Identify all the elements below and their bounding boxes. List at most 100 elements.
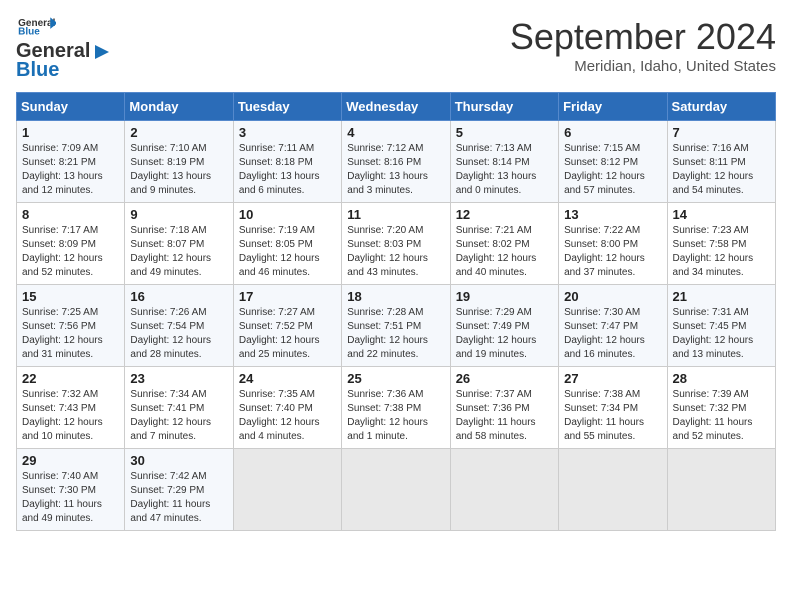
logo-icon: General Blue xyxy=(16,16,56,36)
day-number: 8 xyxy=(22,207,119,222)
day-info: Sunrise: 7:15 AM Sunset: 8:12 PM Dayligh… xyxy=(564,142,661,198)
day-info: Sunrise: 7:09 AM Sunset: 8:21 PM Dayligh… xyxy=(22,142,119,198)
calendar-cell: 4 Sunrise: 7:12 AM Sunset: 8:16 PM Daylig… xyxy=(342,121,450,203)
day-number: 23 xyxy=(130,371,227,386)
calendar-cell: 18Sunrise: 7:28 AM Sunset: 7:51 PM Dayli… xyxy=(342,285,450,367)
day-number: 11 xyxy=(347,207,444,222)
day-number: 6 xyxy=(564,125,661,140)
calendar-cell: 24Sunrise: 7:35 AM Sunset: 7:40 PM Dayli… xyxy=(233,367,341,449)
calendar-body: 1 Sunrise: 7:09 AM Sunset: 8:21 PM Daylig… xyxy=(17,121,776,531)
week-row-3: 15 Sunrise: 7:25 AM Sunset: 7:56 PM Dayli… xyxy=(17,285,776,367)
day-number: 4 xyxy=(347,125,444,140)
day-number: 12 xyxy=(456,207,553,222)
day-info: Sunrise: 7:12 AM Sunset: 8:16 PM Dayligh… xyxy=(347,142,444,198)
day-header-saturday: Saturday xyxy=(667,93,775,121)
day-header-wednesday: Wednesday xyxy=(342,93,450,121)
calendar-cell xyxy=(450,449,558,531)
calendar-cell: 13 Sunrise: 7:22 AM Sunset: 8:00 PM Dayli… xyxy=(559,203,667,285)
day-number: 22 xyxy=(22,371,119,386)
day-number: 5 xyxy=(456,125,553,140)
calendar-cell: 10 Sunrise: 7:19 AM Sunset: 8:05 PM Dayli… xyxy=(233,203,341,285)
day-header-friday: Friday xyxy=(559,93,667,121)
day-info: Sunrise: 7:37 AM Sunset: 7:36 PM Dayligh… xyxy=(456,388,553,444)
day-info: Sunrise: 7:26 AM Sunset: 7:54 PM Dayligh… xyxy=(130,306,227,362)
week-row-1: 1 Sunrise: 7:09 AM Sunset: 8:21 PM Daylig… xyxy=(17,121,776,203)
day-info: Sunrise: 7:25 AM Sunset: 7:56 PM Dayligh… xyxy=(22,306,119,362)
day-number: 28 xyxy=(673,371,770,386)
day-info: Sunrise: 7:34 AM Sunset: 7:41 PM Dayligh… xyxy=(130,388,227,444)
calendar-table: SundayMondayTuesdayWednesdayThursdayFrid… xyxy=(16,92,776,531)
day-info: Sunrise: 7:31 AM Sunset: 7:45 PM Dayligh… xyxy=(673,306,770,362)
calendar-cell: 30 Sunrise: 7:42 AM Sunset: 7:29 PM Dayli… xyxy=(125,449,233,531)
day-info: Sunrise: 7:18 AM Sunset: 8:07 PM Dayligh… xyxy=(130,224,227,280)
calendar-cell: 9 Sunrise: 7:18 AM Sunset: 8:07 PM Daylig… xyxy=(125,203,233,285)
calendar-cell: 19 Sunrise: 7:29 AM Sunset: 7:49 PM Dayli… xyxy=(450,285,558,367)
day-number: 27 xyxy=(564,371,661,386)
day-info: Sunrise: 7:23 AM Sunset: 7:58 PM Dayligh… xyxy=(673,224,770,280)
calendar-cell xyxy=(342,449,450,531)
day-number: 3 xyxy=(239,125,336,140)
day-header-sunday: Sunday xyxy=(17,93,125,121)
calendar-cell xyxy=(559,449,667,531)
calendar-cell: 17 Sunrise: 7:27 AM Sunset: 7:52 PM Dayli… xyxy=(233,285,341,367)
day-info: Sunrise: 7:36 AM Sunset: 7:38 PM Dayligh… xyxy=(347,388,444,444)
day-info: Sunrise: 7:28 AM Sunset: 7:51 PM Dayligh… xyxy=(347,306,444,362)
day-number: 10 xyxy=(239,207,336,222)
calendar-cell: 1 Sunrise: 7:09 AM Sunset: 8:21 PM Daylig… xyxy=(17,121,125,203)
day-number: 17 xyxy=(239,289,336,304)
day-header-thursday: Thursday xyxy=(450,93,558,121)
day-info: Sunrise: 7:21 AM Sunset: 8:02 PM Dayligh… xyxy=(456,224,553,280)
calendar-cell: 23 Sunrise: 7:34 AM Sunset: 7:41 PM Dayli… xyxy=(125,367,233,449)
logo-arrow-icon xyxy=(91,41,113,63)
day-info: Sunrise: 7:39 AM Sunset: 7:32 PM Dayligh… xyxy=(673,388,770,444)
calendar-cell: 5Sunrise: 7:13 AM Sunset: 8:14 PM Daylig… xyxy=(450,121,558,203)
day-info: Sunrise: 7:35 AM Sunset: 7:40 PM Dayligh… xyxy=(239,388,336,444)
day-number: 7 xyxy=(673,125,770,140)
logo-blue: Blue xyxy=(16,59,59,82)
week-row-5: 29Sunrise: 7:40 AM Sunset: 7:30 PM Dayli… xyxy=(17,449,776,531)
day-number: 14 xyxy=(673,207,770,222)
calendar-cell: 27 Sunrise: 7:38 AM Sunset: 7:34 PM Dayli… xyxy=(559,367,667,449)
calendar-cell: 15 Sunrise: 7:25 AM Sunset: 7:56 PM Dayli… xyxy=(17,285,125,367)
day-info: Sunrise: 7:17 AM Sunset: 8:09 PM Dayligh… xyxy=(22,224,119,280)
logo: General Blue General Blue xyxy=(16,16,114,82)
calendar-cell: 26 Sunrise: 7:37 AM Sunset: 7:36 PM Dayli… xyxy=(450,367,558,449)
day-info: Sunrise: 7:11 AM Sunset: 8:18 PM Dayligh… xyxy=(239,142,336,198)
day-number: 15 xyxy=(22,289,119,304)
day-info: Sunrise: 7:22 AM Sunset: 8:00 PM Dayligh… xyxy=(564,224,661,280)
calendar-cell: 16Sunrise: 7:26 AM Sunset: 7:54 PM Dayli… xyxy=(125,285,233,367)
day-info: Sunrise: 7:38 AM Sunset: 7:34 PM Dayligh… xyxy=(564,388,661,444)
day-header-tuesday: Tuesday xyxy=(233,93,341,121)
day-info: Sunrise: 7:20 AM Sunset: 8:03 PM Dayligh… xyxy=(347,224,444,280)
calendar-header-row: SundayMondayTuesdayWednesdayThursdayFrid… xyxy=(17,93,776,121)
week-row-4: 22Sunrise: 7:32 AM Sunset: 7:43 PM Dayli… xyxy=(17,367,776,449)
day-info: Sunrise: 7:27 AM Sunset: 7:52 PM Dayligh… xyxy=(239,306,336,362)
day-info: Sunrise: 7:30 AM Sunset: 7:47 PM Dayligh… xyxy=(564,306,661,362)
day-number: 30 xyxy=(130,453,227,468)
day-number: 13 xyxy=(564,207,661,222)
day-info: Sunrise: 7:10 AM Sunset: 8:19 PM Dayligh… xyxy=(130,142,227,198)
week-row-2: 8 Sunrise: 7:17 AM Sunset: 8:09 PM Daylig… xyxy=(17,203,776,285)
calendar-cell: 6 Sunrise: 7:15 AM Sunset: 8:12 PM Daylig… xyxy=(559,121,667,203)
calendar-cell: 28 Sunrise: 7:39 AM Sunset: 7:32 PM Dayli… xyxy=(667,367,775,449)
calendar-cell: 20 Sunrise: 7:30 AM Sunset: 7:47 PM Dayli… xyxy=(559,285,667,367)
calendar-cell xyxy=(667,449,775,531)
day-number: 20 xyxy=(564,289,661,304)
calendar-cell: 11 Sunrise: 7:20 AM Sunset: 8:03 PM Dayli… xyxy=(342,203,450,285)
day-number: 1 xyxy=(22,125,119,140)
day-number: 19 xyxy=(456,289,553,304)
month-title: September 2024 xyxy=(510,16,776,58)
day-number: 25 xyxy=(347,371,444,386)
title-area: September 2024 Meridian, Idaho, United S… xyxy=(510,16,776,75)
calendar-cell: 14 Sunrise: 7:23 AM Sunset: 7:58 PM Dayli… xyxy=(667,203,775,285)
location-subtitle: Meridian, Idaho, United States xyxy=(510,58,776,75)
calendar-cell: 12 Sunrise: 7:21 AM Sunset: 8:02 PM Dayli… xyxy=(450,203,558,285)
day-number: 21 xyxy=(673,289,770,304)
day-info: Sunrise: 7:42 AM Sunset: 7:29 PM Dayligh… xyxy=(130,470,227,526)
day-number: 26 xyxy=(456,371,553,386)
calendar-cell: 29Sunrise: 7:40 AM Sunset: 7:30 PM Dayli… xyxy=(17,449,125,531)
calendar-cell: 25 Sunrise: 7:36 AM Sunset: 7:38 PM Dayli… xyxy=(342,367,450,449)
day-number: 9 xyxy=(130,207,227,222)
day-info: Sunrise: 7:29 AM Sunset: 7:49 PM Dayligh… xyxy=(456,306,553,362)
day-info: Sunrise: 7:19 AM Sunset: 8:05 PM Dayligh… xyxy=(239,224,336,280)
